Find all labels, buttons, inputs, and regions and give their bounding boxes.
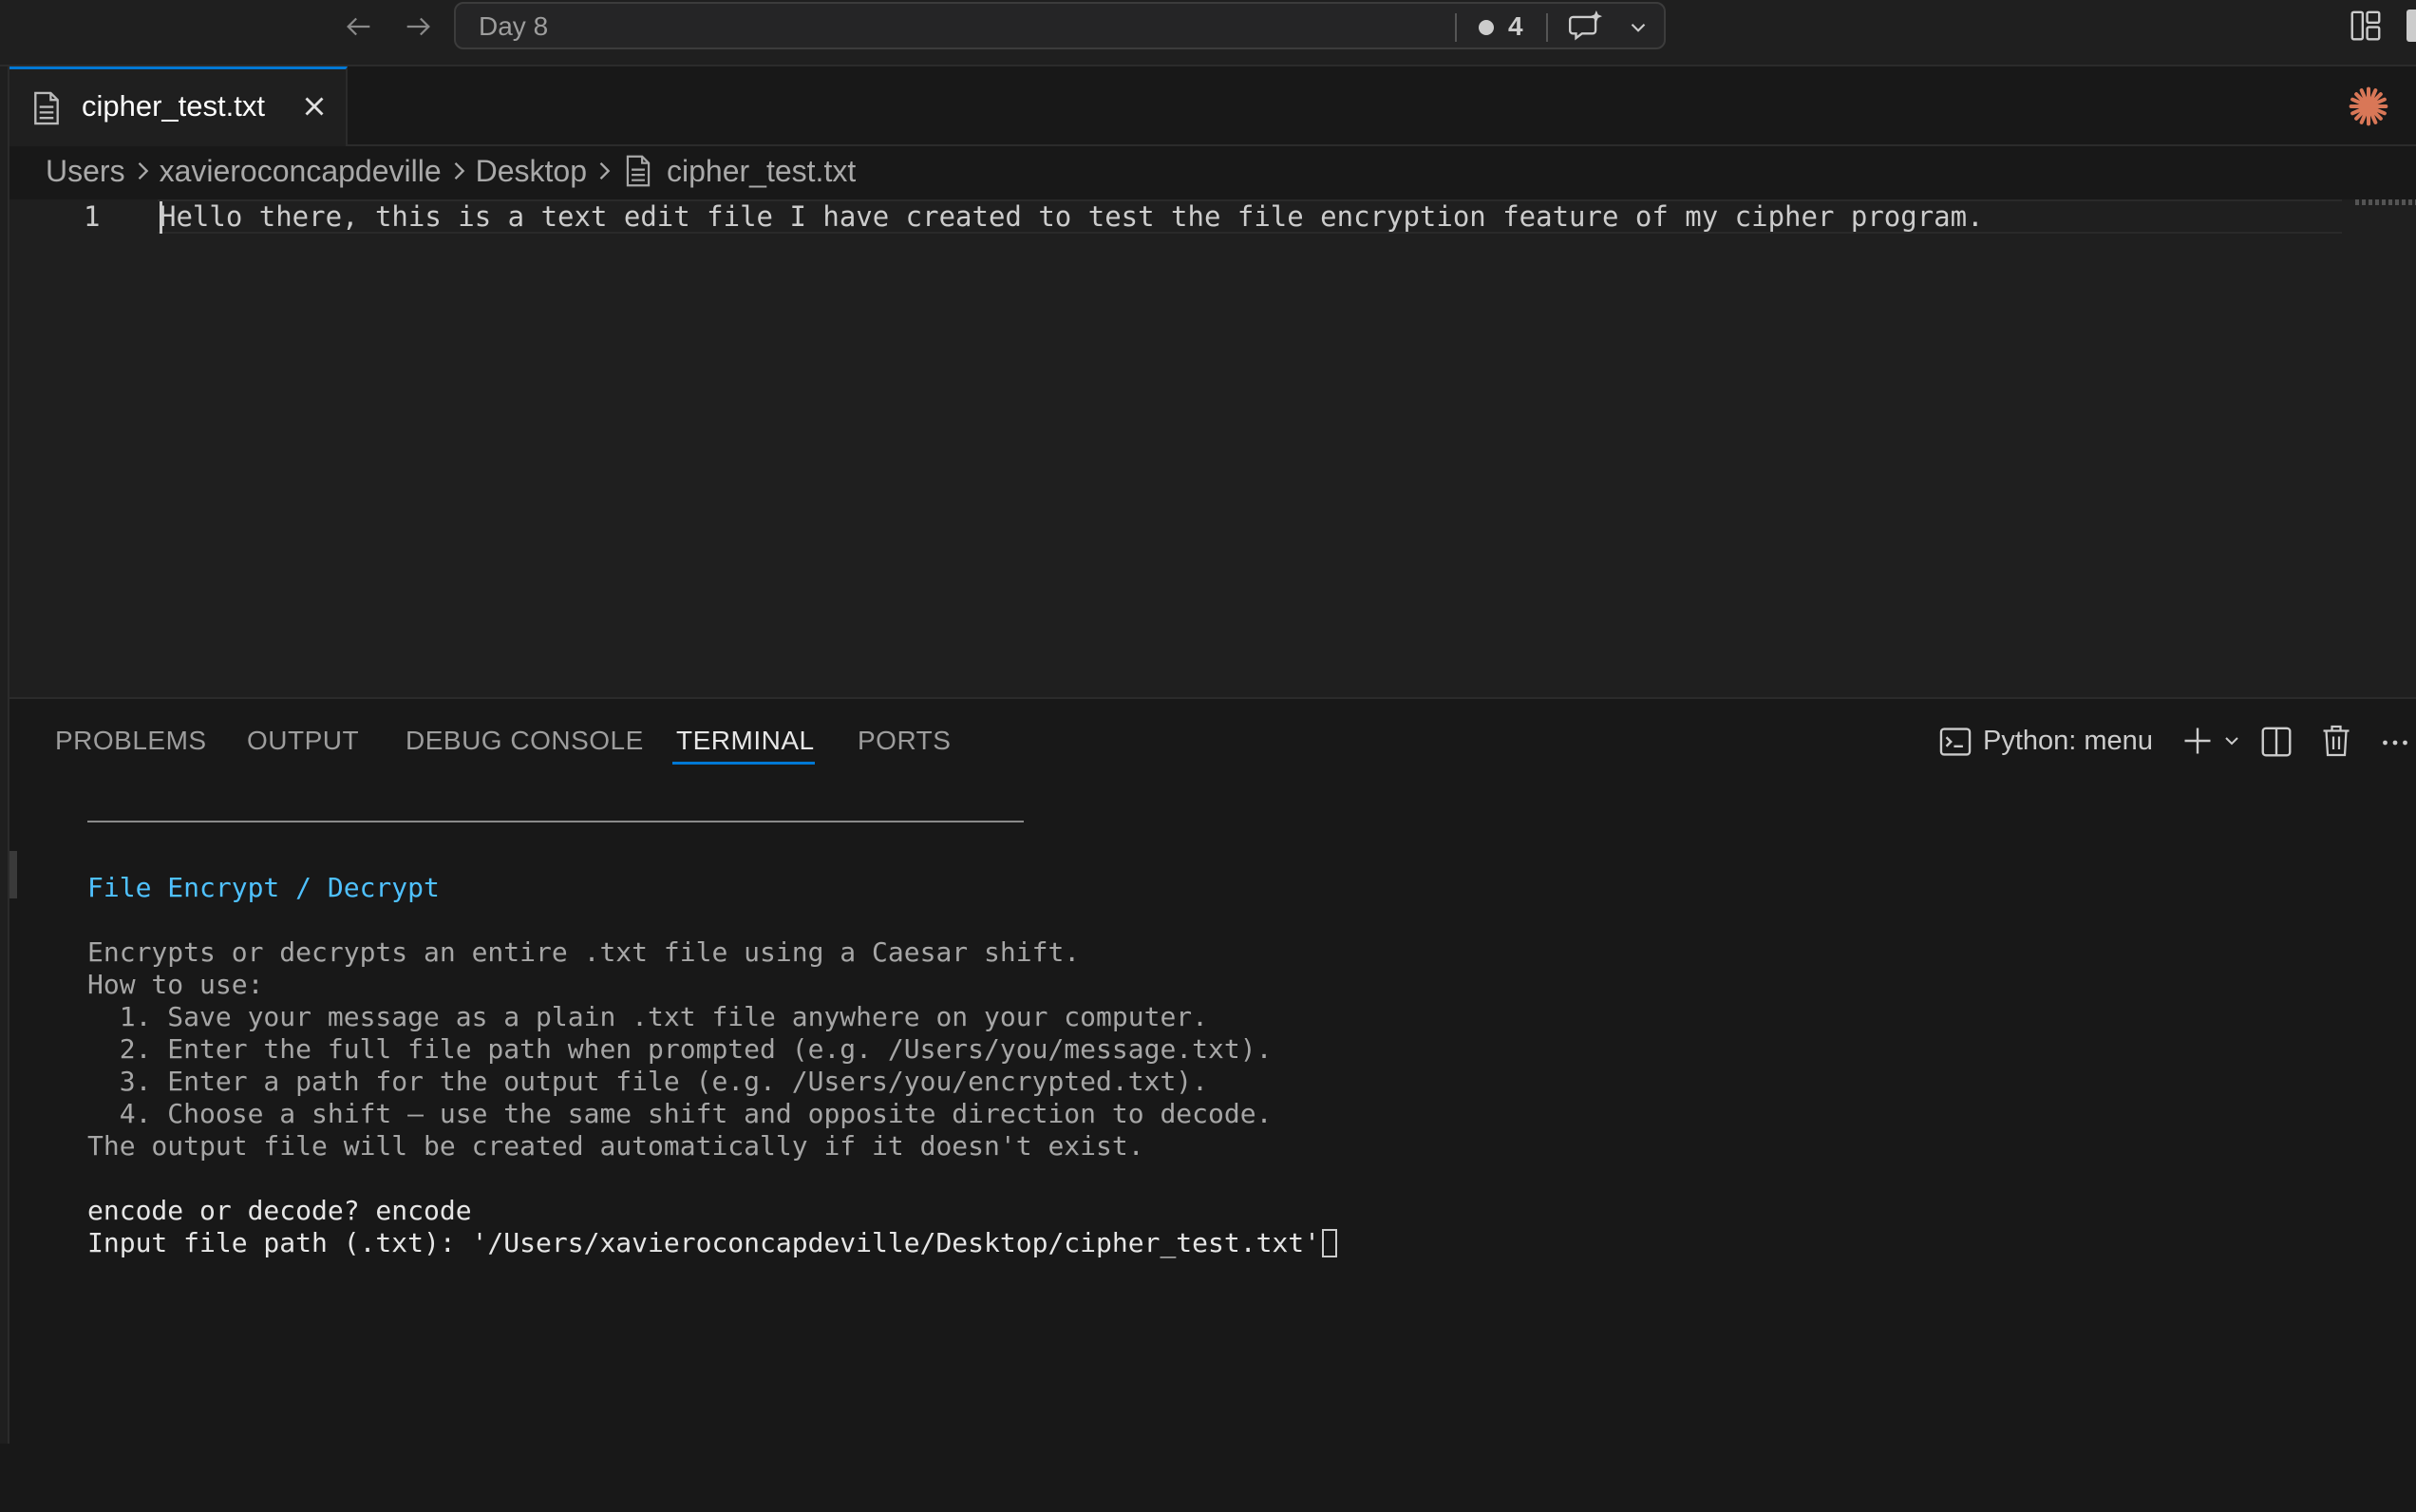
chevron-down-icon[interactable] [2220, 729, 2243, 752]
text-file-icon [626, 155, 651, 187]
terminal-description: Encrypts or decrypts an entire .txt file… [87, 936, 1081, 968]
unsaved-dot-icon [1479, 20, 1494, 35]
command-center-search[interactable]: Day 8 4 [454, 2, 1666, 49]
code-editor[interactable]: 1 Hello there, this is a text edit file … [9, 199, 2416, 697]
terminal-icon [1939, 728, 1972, 756]
terminal-input-line[interactable]: Input file path (.txt): '/Users/xavieroc… [87, 1227, 1338, 1258]
text-file-icon [34, 91, 59, 125]
line-number: 1 [84, 200, 101, 233]
terminal-howto: How to use: [87, 969, 264, 1000]
tab-label: cipher_test.txt [82, 89, 265, 123]
tab-problems[interactable]: PROBLEMS [55, 726, 207, 756]
breadcrumb-users[interactable]: Users [46, 154, 125, 189]
activity-edge [0, 66, 9, 1444]
sidebar-toggle-icon[interactable] [2407, 9, 2416, 42]
terminal-step: 2. Enter the full file path when prompte… [87, 1033, 1273, 1065]
terminal-input-prompt: Input file path (.txt): '/Users/xavieroc… [87, 1227, 1321, 1258]
workspace-title: Day 8 [479, 11, 549, 41]
terminal-mode-prompt: encode or decode? encode [87, 1195, 472, 1226]
chevron-right-icon [599, 162, 611, 180]
split-terminal-icon[interactable] [2258, 724, 2294, 760]
breadcrumb-file[interactable]: cipher_test.txt [667, 154, 856, 189]
back-arrow-icon[interactable] [334, 6, 384, 47]
layout-icon[interactable] [2348, 8, 2384, 44]
text-cursor [160, 201, 162, 234]
tab-ports[interactable]: PORTS [858, 726, 951, 756]
chevron-right-icon [454, 162, 464, 180]
divider [1455, 13, 1457, 42]
terminal-shell-label[interactable]: Python: menu [1983, 726, 2153, 757]
terminal-cursor [1322, 1229, 1338, 1257]
tab-terminal[interactable]: TERMINAL [676, 726, 815, 756]
close-icon[interactable] [298, 90, 330, 123]
unsaved-count: 4 [1508, 11, 1523, 41]
chevron-down-icon[interactable] [1626, 15, 1651, 40]
trash-icon[interactable] [2319, 722, 2353, 760]
active-tab-indicator [672, 762, 815, 765]
title-bar: Day 8 4 [0, 0, 2416, 66]
terminal-step: 4. Choose a shift — use the same shift a… [87, 1098, 1273, 1129]
chevron-right-icon [138, 162, 148, 180]
terminal-separator-rule [87, 821, 1024, 822]
terminal-note: The output file will be created automati… [87, 1130, 1144, 1162]
chat-icon[interactable] [1565, 9, 1605, 46]
tab-cipher-test[interactable]: cipher_test.txt [9, 66, 348, 146]
breadcrumb: Users xavieroconcapdeville Desktop ciphe… [46, 144, 856, 198]
panel-edge-marker [9, 851, 17, 898]
divider [1546, 13, 1548, 42]
plus-icon[interactable] [2180, 724, 2215, 758]
forward-arrow-icon[interactable] [393, 6, 443, 47]
terminal-step: 1. Save your message as a plain .txt fil… [87, 1001, 1209, 1032]
terminal-heading: File Encrypt / Decrypt [87, 872, 440, 903]
editor-line-text[interactable]: Hello there, this is a text edit file I … [160, 199, 1984, 234]
bottom-panel: PROBLEMS OUTPUT DEBUG CONSOLE TERMINAL P… [9, 697, 2416, 1512]
tab-debug-console[interactable]: DEBUG CONSOLE [406, 726, 644, 756]
breadcrumb-desktop[interactable]: Desktop [476, 154, 587, 189]
more-icon[interactable] [2378, 726, 2412, 760]
minimap[interactable] [2355, 199, 2416, 205]
terminal-step: 3. Enter a path for the output file (e.g… [87, 1066, 1209, 1097]
tab-output[interactable]: OUTPUT [247, 726, 359, 756]
breadcrumb-user-folder[interactable]: xavieroconcapdeville [160, 154, 442, 189]
claude-icon[interactable] [2348, 85, 2389, 127]
editor-tab-bar: cipher_test.txt [0, 66, 2416, 146]
